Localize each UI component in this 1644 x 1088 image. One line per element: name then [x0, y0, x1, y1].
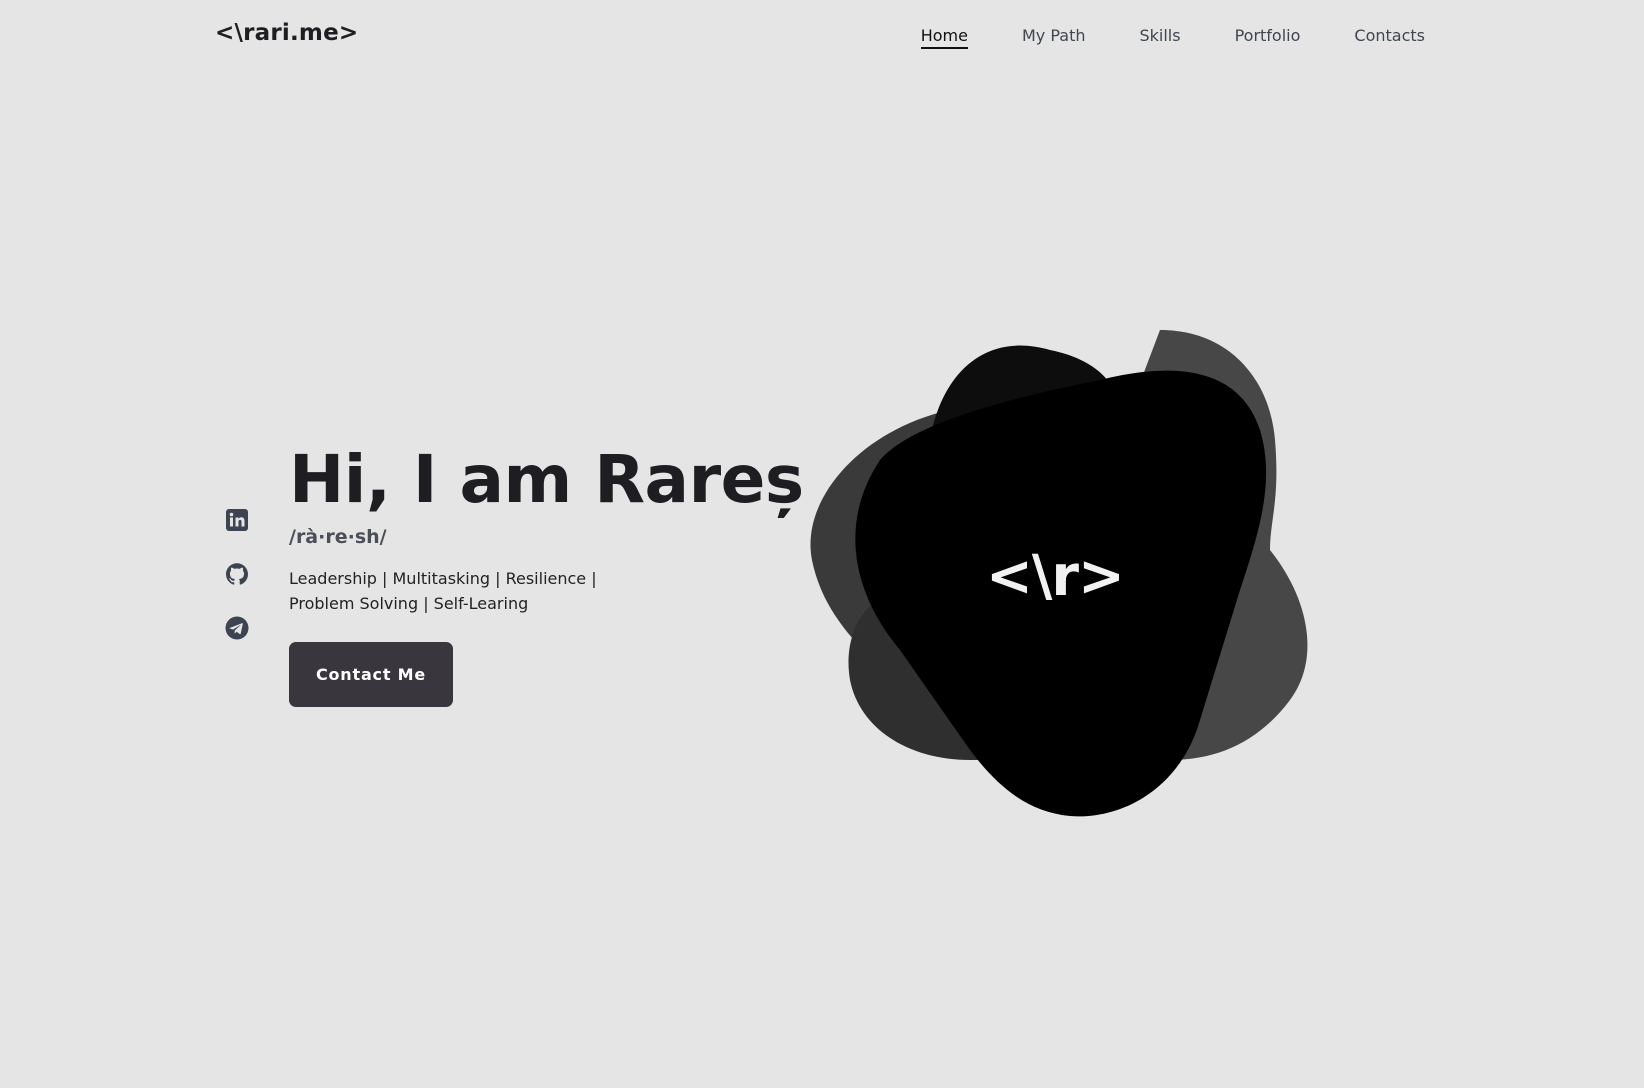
- site-logo[interactable]: <\rari.me>: [215, 20, 358, 46]
- hero-blob-graphic: <\r>: [800, 320, 1320, 820]
- site-header: <\rari.me> Home My Path Skills Portfolio…: [0, 0, 1644, 74]
- hero-description-line-2: Problem Solving | Self-Learing: [289, 594, 529, 613]
- nav-home[interactable]: Home: [920, 26, 969, 49]
- main-nav: Home My Path Skills Portfolio Contacts: [867, 26, 1425, 49]
- telegram-icon[interactable]: [225, 616, 249, 640]
- contact-me-button[interactable]: Contact Me: [289, 642, 453, 707]
- hero-description-line-1: Leadership | Multitasking | Resilience |: [289, 569, 597, 588]
- hero-title: Hi, I am Rareș: [289, 441, 804, 518]
- hero-description: Leadership | Multitasking | Resilience |…: [289, 566, 609, 616]
- nav-portfolio[interactable]: Portfolio: [1235, 26, 1301, 49]
- nav-contacts[interactable]: Contacts: [1354, 26, 1425, 49]
- nav-skills[interactable]: Skills: [1139, 26, 1180, 49]
- github-icon[interactable]: [225, 562, 249, 586]
- name-pronunciation: /rà·re·sh/: [289, 526, 387, 548]
- hero-section: Hi, I am Rareș /rà·re·sh/ Leadership | M…: [289, 440, 804, 707]
- code-mark-logo: <\r>: [986, 544, 1125, 609]
- linkedin-icon[interactable]: [225, 508, 249, 532]
- social-links: [225, 508, 249, 640]
- nav-my-path[interactable]: My Path: [1022, 26, 1086, 49]
